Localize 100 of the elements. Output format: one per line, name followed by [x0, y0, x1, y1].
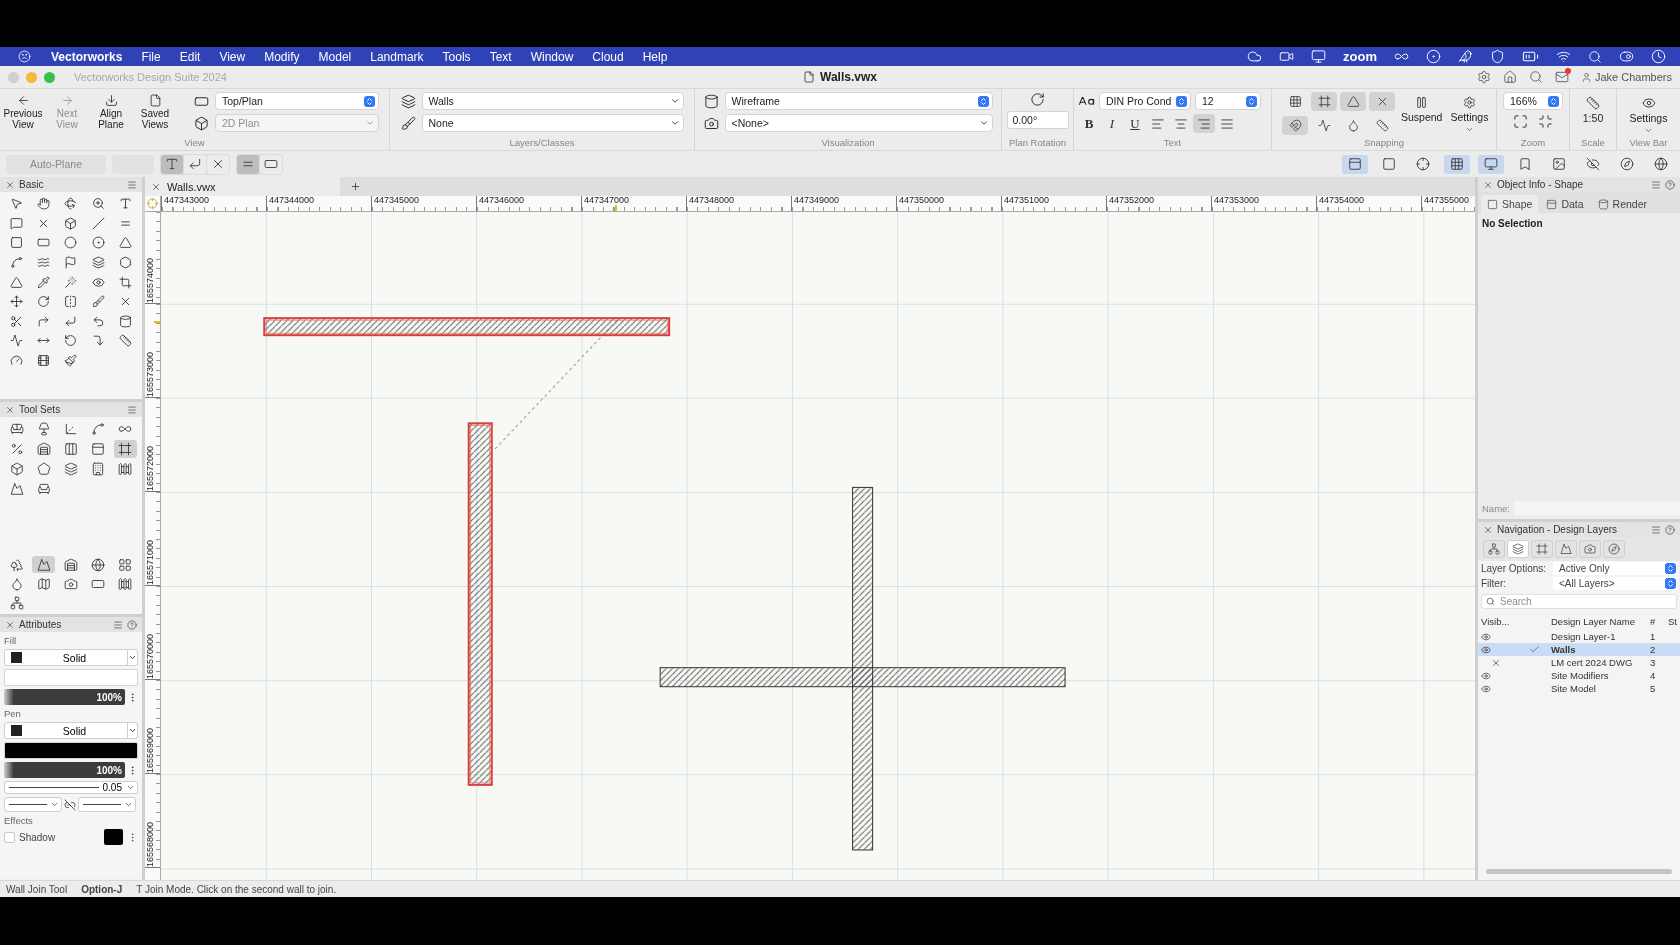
option-label: Layer Options: [1481, 563, 1548, 574]
name-label: Name: [1482, 502, 1510, 514]
suspend-button[interactable]: Suspend [1399, 92, 1445, 137]
column-header[interactable]: # [1650, 615, 1668, 627]
panel-tab[interactable]: Data [1540, 195, 1590, 213]
palette-title: Attributes [19, 619, 63, 630]
menu-item[interactable]: Cloud [592, 49, 624, 64]
column-header[interactable]: St [1668, 615, 1680, 627]
fill-style-dropdown[interactable]: Solid [4, 649, 138, 666]
text-style-button[interactable]: B [1078, 114, 1100, 133]
ruler-label: 447352000 [1109, 195, 1155, 205]
group-label: Snapping [1362, 137, 1406, 150]
layer-name: Walls [1551, 644, 1577, 655]
layer-options-dropdown[interactable]: Active Only [1553, 562, 1677, 575]
group-label: Layers/Classes [508, 137, 576, 150]
document-tab[interactable]: Walls.vwx [145, 177, 340, 196]
app-menu[interactable]: Vectorworks [51, 49, 123, 64]
layer-row[interactable]: Walls 2 [1478, 643, 1680, 656]
view-button[interactable]: Previous View [4, 92, 42, 137]
layer-row[interactable]: Site Modifiers 4 [1478, 669, 1680, 682]
menu-item[interactable]: Edit [179, 49, 201, 64]
font-dropdown[interactable]: DIN Pro Cond [1099, 92, 1191, 110]
layer-number: 5 [1650, 683, 1657, 694]
group-label: Zoom [1519, 137, 1547, 150]
layer-row[interactable]: Design Layer-1 1 [1478, 630, 1680, 643]
palette-title: Basic [19, 179, 45, 190]
layer-name: Site Model [1551, 683, 1597, 694]
view-button[interactable]: Saved Views [136, 92, 174, 137]
projection-dropdown[interactable]: Top/Plan [215, 92, 379, 110]
menu-item[interactable]: Window [530, 49, 574, 64]
layer-number: 2 [1650, 644, 1657, 655]
zoom-dropdown[interactable]: 166% [1503, 92, 1563, 110]
status-tool: Wall Join Tool [6, 883, 68, 895]
document-title: Walls.vwx [820, 70, 877, 84]
line-weight-dropdown[interactable]: 0.05 [4, 781, 138, 794]
ruler-label: 447345000 [374, 195, 420, 205]
view-bar-settings-button[interactable]: Settings [1621, 92, 1676, 137]
font-size-dropdown[interactable]: 12 [1195, 92, 1261, 110]
ruler-label: 165573000 [145, 351, 155, 397]
viewport-dropdown[interactable]: <None> [724, 114, 993, 132]
menu-item[interactable]: Modify [264, 49, 300, 64]
text-style-button[interactable]: I [1101, 114, 1123, 133]
layer-row[interactable]: Site Model 5 [1478, 682, 1680, 695]
view-button[interactable]: Align Plane [92, 92, 130, 137]
ruler-label: 447344000 [269, 195, 315, 205]
group-label: Visualization [820, 137, 876, 150]
user-name[interactable]: Jake Chambers [1594, 71, 1672, 83]
zoom-menu-extra[interactable]: zoom [1343, 49, 1377, 64]
fill-label: Fill [4, 635, 18, 646]
text-style-button[interactable]: U [1124, 114, 1146, 133]
settings-button[interactable]: Settings [1448, 92, 1491, 137]
menu-item[interactable]: Landmark [370, 49, 424, 64]
panel-tab[interactable]: Render [1591, 195, 1653, 213]
scale-button[interactable]: 1:50 [1574, 92, 1612, 137]
palette-title: Navigation - Design Layers [1497, 524, 1619, 535]
column-header[interactable]: Design Layer Name [1551, 615, 1650, 627]
pen-opacity-slider[interactable]: 100% [4, 762, 125, 778]
ruler-label: 447343000 [164, 195, 210, 205]
effects-label: Effects [4, 815, 34, 826]
pen-style-dropdown[interactable]: Solid [4, 722, 138, 739]
panel-tab[interactable]: Shape [1481, 195, 1539, 213]
layer-number: 4 [1650, 670, 1657, 681]
plan-rotation-field[interactable]: 0.00° [1006, 111, 1069, 129]
layer-dropdown[interactable]: Walls [421, 92, 684, 110]
ruler-label: 165569000 [145, 727, 155, 773]
render-mode-dropdown[interactable]: Wireframe [724, 92, 993, 110]
ruler-label: 447346000 [479, 195, 525, 205]
layer-number: 3 [1650, 657, 1657, 668]
menu-item[interactable]: Help [642, 49, 668, 64]
fill-opacity-slider[interactable]: 100% [4, 689, 125, 705]
status-shortcut: Option-J [81, 883, 123, 895]
class-dropdown[interactable]: None [421, 114, 684, 132]
group-label: View [183, 137, 206, 150]
layer-name: LM cert 2024 DWG [1551, 657, 1634, 668]
search-field[interactable]: Search [1481, 594, 1677, 609]
ruler-label: 165574000 [145, 257, 155, 303]
ruler-label: 447354000 [1319, 195, 1365, 205]
ruler-label: 165570000 [145, 633, 155, 679]
group-label: Plan Rotation [1007, 137, 1067, 150]
selection-message: No Selection [1481, 217, 1544, 231]
filter-dropdown[interactable]: <All Layers> [1553, 577, 1677, 590]
menu-item[interactable]: Model [318, 49, 352, 64]
ruler-label: 165572000 [145, 445, 155, 491]
layer-number: 1 [1650, 631, 1657, 642]
ruler-label: 447349000 [794, 195, 840, 205]
ruler-label: 447355000 [1424, 195, 1470, 205]
palette-title: Object Info - Shape [1497, 179, 1585, 190]
ruler-label: 447350000 [899, 195, 945, 205]
ruler-label: 447353000 [1214, 195, 1260, 205]
group-label: Scale [1580, 137, 1606, 150]
pen-label: Pen [4, 708, 22, 719]
menu-item[interactable]: File [141, 49, 161, 64]
option-label: Filter: [1481, 578, 1507, 589]
window-title: Vectorworks Design Suite 2024 [74, 71, 227, 83]
layer-row[interactable]: LM cert 2024 DWG 3 [1478, 656, 1680, 669]
menu-item[interactable]: Text [489, 49, 512, 64]
column-header[interactable]: Visib... [1481, 615, 1529, 627]
palette-title: Tool Sets [19, 404, 62, 415]
menu-item[interactable]: View [219, 49, 246, 64]
menu-item[interactable]: Tools [442, 49, 471, 64]
